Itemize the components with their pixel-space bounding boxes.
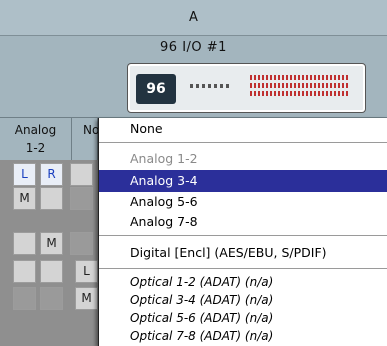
- menu-item-digital-encl[interactable]: Digital [Encl] (AES/EBU, S/PDIF): [99, 242, 387, 264]
- menu-separator: [99, 142, 387, 143]
- cell-mono[interactable]: M: [13, 187, 36, 210]
- device-name: 96 I/O #1: [160, 40, 227, 55]
- cell-mono[interactable]: M: [75, 287, 98, 310]
- device-badge: 96: [136, 74, 176, 104]
- menu-item-optical-3-4[interactable]: Optical 3-4 (ADAT) (n/a): [99, 291, 387, 310]
- cell-left-channel[interactable]: L: [75, 260, 98, 283]
- device-front-detail: [190, 84, 230, 88]
- menu-separator: [99, 268, 387, 269]
- cell-empty[interactable]: [40, 260, 63, 283]
- column-label-line2: 1-2: [25, 141, 46, 155]
- cell-left-channel[interactable]: L: [13, 163, 36, 186]
- menu-item-analog-7-8[interactable]: Analog 7-8: [99, 211, 387, 233]
- cell-empty[interactable]: [70, 232, 93, 255]
- column-none[interactable]: No: [72, 118, 100, 160]
- column-header-a: A: [0, 0, 387, 36]
- menu-item-optical-1-2[interactable]: Optical 1-2 (ADAT) (n/a): [99, 273, 387, 292]
- device-image[interactable]: 96: [128, 64, 365, 112]
- column-label-line1: No: [83, 123, 100, 137]
- cell-empty[interactable]: [40, 287, 63, 310]
- input-selector-menu: None Analog 1-2 Analog 3-4 Analog 5-6 An…: [98, 118, 387, 346]
- menu-item-analog-5-6[interactable]: Analog 5-6: [99, 191, 387, 213]
- column-analog-1-2[interactable]: Analog 1-2: [0, 118, 72, 160]
- menu-item-none[interactable]: None: [99, 118, 387, 140]
- cell-empty[interactable]: [70, 187, 93, 210]
- menu-item-optical-5-6[interactable]: Optical 5-6 (ADAT) (n/a): [99, 309, 387, 328]
- cell-empty[interactable]: [40, 187, 63, 210]
- menu-separator: [99, 235, 387, 236]
- column-label-line1: Analog: [14, 123, 57, 137]
- menu-item-optical-7-8[interactable]: Optical 7-8 (ADAT) (n/a): [99, 327, 387, 346]
- cell-empty[interactable]: [13, 260, 36, 283]
- cell-mono[interactable]: M: [40, 232, 63, 255]
- menu-item-analog-1-2: Analog 1-2: [130, 151, 198, 166]
- menu-item-analog-3-4[interactable]: Analog 3-4: [99, 170, 387, 192]
- meter-leds-icon: [250, 75, 350, 99]
- cell-empty[interactable]: [13, 287, 36, 310]
- cell-empty[interactable]: [70, 163, 93, 186]
- cell-empty[interactable]: [13, 232, 36, 255]
- cell-right-channel[interactable]: R: [40, 163, 63, 186]
